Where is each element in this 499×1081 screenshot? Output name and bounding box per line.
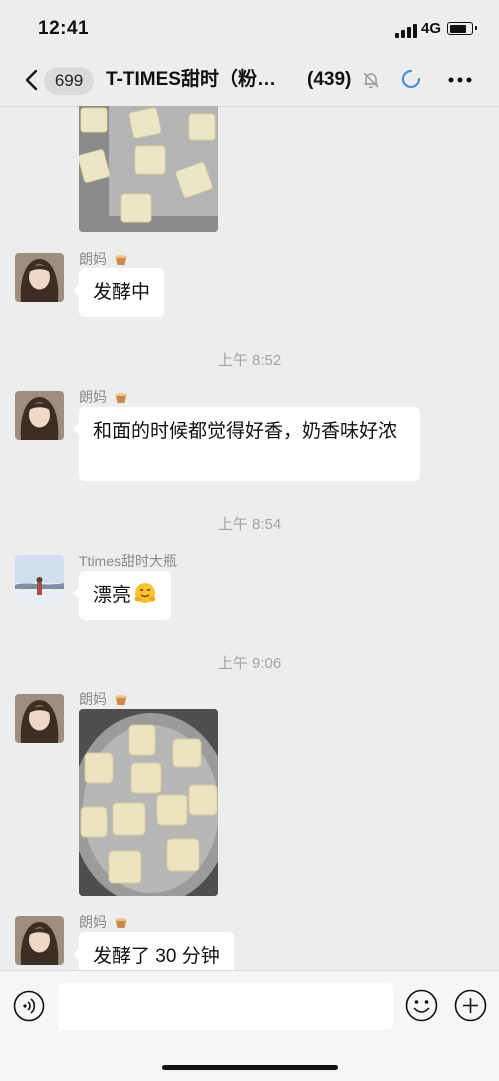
cupcake-icon	[114, 255, 127, 265]
image-message[interactable]	[79, 106, 218, 232]
voice-icon[interactable]	[13, 990, 45, 1022]
image-message[interactable]	[79, 709, 218, 896]
hugging-face-emoji	[134, 583, 156, 603]
home-indicator	[162, 1065, 338, 1070]
network-type: 4G	[421, 20, 442, 37]
bell-off-icon	[362, 71, 380, 89]
text-message-bubble[interactable]: 漂亮	[72, 571, 172, 620]
timestamp: 上午 8:54	[217, 516, 282, 533]
avatar[interactable]	[15, 694, 64, 743]
timestamp: 上午 8:52	[217, 352, 282, 369]
status-bar: 12:41 4G	[0, 0, 499, 56]
sender-name: Ttimes甜时大瓶	[79, 553, 177, 569]
emoji-icon[interactable]	[405, 989, 438, 1022]
unread-count-badge[interactable]: 699	[44, 67, 94, 95]
loading-spinner-icon	[401, 69, 421, 89]
text-message-bubble[interactable]: 发酵中	[72, 268, 165, 317]
sender-name: 朗妈	[79, 912, 129, 932]
chat-title: T-TIMES甜时（粉…	[106, 69, 276, 90]
avatar[interactable]	[15, 555, 64, 604]
sender-name: 朗妈	[79, 387, 129, 407]
cupcake-icon	[114, 393, 127, 403]
plus-icon[interactable]	[454, 989, 487, 1022]
status-time: 12:41	[38, 18, 90, 39]
member-count: (439)	[307, 69, 352, 90]
signal-icon	[395, 24, 417, 38]
more-icon[interactable]	[448, 72, 472, 88]
avatar[interactable]	[15, 391, 64, 440]
sender-name: 朗妈	[79, 249, 129, 269]
avatar[interactable]	[15, 253, 64, 302]
chat-header: 699 T-TIMES甜时（粉… (439)	[0, 56, 499, 107]
avatar[interactable]	[15, 916, 64, 965]
cupcake-icon	[114, 695, 127, 705]
sender-name: 朗妈	[79, 689, 129, 709]
timestamp: 上午 9:06	[217, 655, 282, 672]
input-bar	[0, 970, 499, 1081]
chevron-left-icon[interactable]	[22, 68, 42, 92]
text-message-bubble[interactable]: 和面的时候都觉得好香，奶香味好浓	[73, 407, 420, 481]
message-input[interactable]	[58, 983, 393, 1030]
cupcake-icon	[114, 918, 127, 928]
battery-icon	[447, 22, 477, 35]
